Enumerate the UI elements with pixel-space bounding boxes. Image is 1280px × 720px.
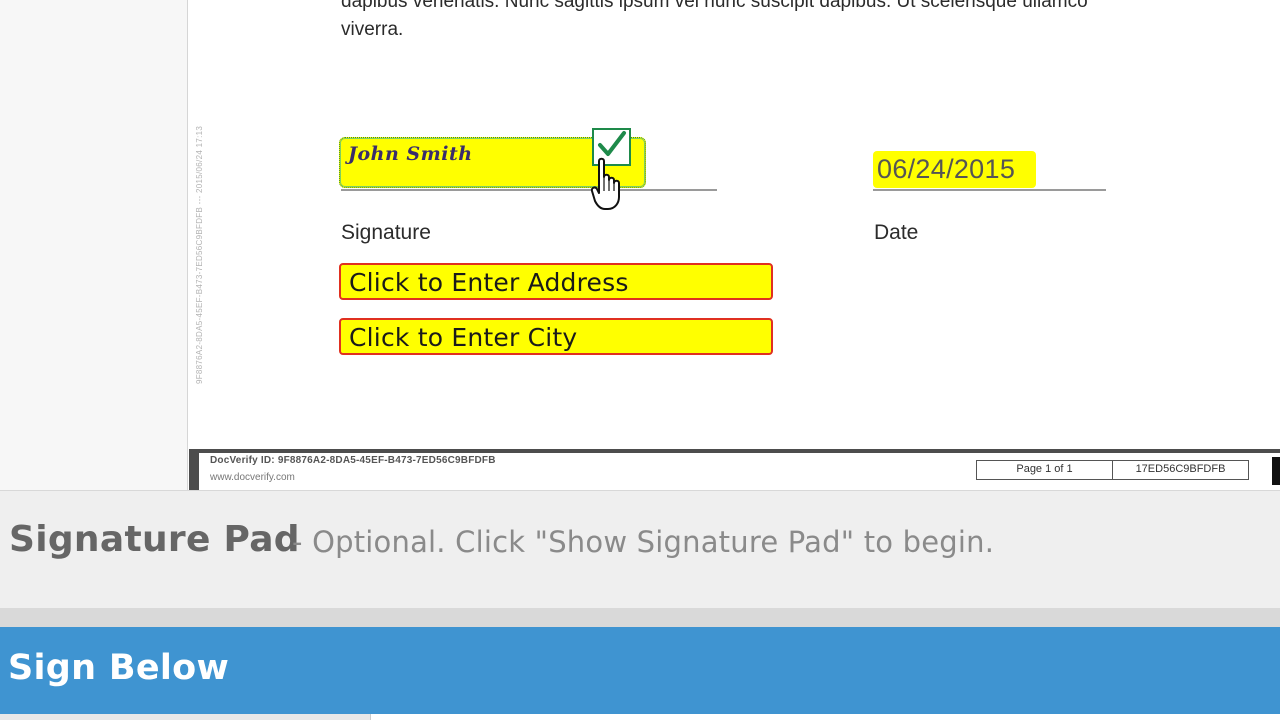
footer-rule	[189, 449, 1280, 453]
body-text-line-1: dapibus venenatis. Nunc sagittis ipsum v…	[341, 0, 1088, 12]
address-placeholder: Click to Enter Address	[349, 268, 629, 297]
short-id: 17ED56C9BFDFB	[1135, 463, 1226, 475]
footer-docverify-id: DocVerify ID: 9F8876A2-8DA5-45EF-B473-7E…	[210, 455, 496, 466]
date-value: 06/24/2015	[877, 154, 1016, 184]
signature-pad-description: - Optional. Click "Show Signature Pad" t…	[292, 525, 995, 559]
body-text-line-2: viverra.	[341, 19, 404, 40]
date-underline	[873, 189, 1106, 191]
signature-underline	[341, 189, 717, 191]
page-indicator-box: Page 1 of 1	[976, 460, 1113, 480]
signature-label: Signature	[341, 221, 431, 244]
address-field[interactable]: Click to Enter Address	[339, 263, 773, 300]
page-indicator: Page 1 of 1	[1016, 463, 1073, 475]
date-label: Date	[874, 221, 919, 244]
sign-below-title: Sign Below	[8, 648, 230, 688]
footer-url: www.docverify.com	[210, 472, 295, 483]
document-body-text: dapibus venenatis. Nunc sagittis ipsum v…	[341, 0, 1280, 44]
sign-area-left	[0, 714, 370, 720]
sign-area-right[interactable]	[370, 714, 1280, 720]
footer-left-bar	[189, 453, 199, 490]
left-gutter	[0, 0, 188, 490]
signature-value: John Smith	[348, 143, 473, 165]
city-field[interactable]: Click to Enter City	[339, 318, 773, 355]
city-placeholder: Click to Enter City	[349, 323, 578, 352]
vertical-document-id: 9F8876A2-8DA5-45EF-B473-7ED56C9BFDFB ---…	[190, 0, 210, 390]
panel-divider	[0, 608, 1280, 627]
footer-marker	[1272, 457, 1280, 485]
signature-pad-title: Signature Pad	[9, 519, 300, 560]
short-id-box: 17ED56C9BFDFB	[1112, 460, 1249, 480]
vertical-id-text: 9F8876A2-8DA5-45EF-B473-7ED56C9BFDFB ---…	[195, 125, 204, 384]
check-icon	[598, 131, 626, 156]
hand-pointer-icon	[591, 157, 620, 210]
document-page	[189, 0, 1280, 490]
